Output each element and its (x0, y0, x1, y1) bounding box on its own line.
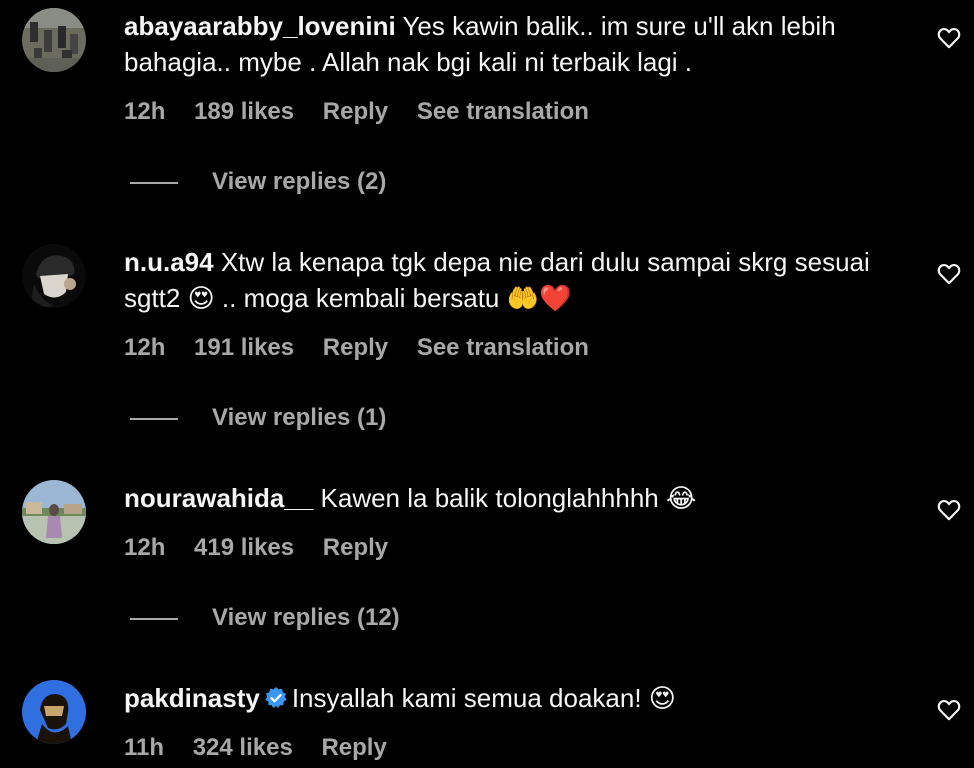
view-replies-button[interactable]: View replies (1) (130, 404, 386, 432)
comment-body: pakdinasty Insyallah kami semua doakan! … (124, 680, 914, 716)
verified-badge-icon (265, 687, 287, 708)
view-replies-label: View replies (12) (212, 604, 400, 631)
reply-button[interactable]: Reply (323, 334, 388, 361)
replies-divider-line (130, 181, 178, 184)
comment-username[interactable]: abayaarabby_lovenini (124, 11, 396, 41)
comment-meta: 11h 324 likes Reply (124, 734, 409, 762)
replies-divider-line (130, 617, 178, 620)
comment-text: Kawen la balik tolonglahhhhh 😂 (320, 483, 697, 513)
avatar-image (22, 244, 86, 308)
view-replies-button[interactable]: View replies (12) (130, 604, 400, 632)
comment-time: 12h (124, 334, 166, 361)
comment-meta: 12h 189 likes Reply See translation (124, 98, 611, 126)
view-replies-label: View replies (2) (212, 168, 387, 195)
comment-username[interactable]: n.u.a94 (124, 247, 214, 277)
comment-likes[interactable]: 189 likes (194, 98, 294, 125)
reply-button[interactable]: Reply (323, 534, 388, 561)
reply-button[interactable]: Reply (323, 98, 388, 125)
comment-body: abayaarabby_lovenini Yes kawin balik.. i… (124, 8, 914, 80)
avatar-image (22, 8, 86, 72)
heart-icon[interactable] (936, 697, 962, 723)
comment-text: Insyallah kami semua doakan! 😍 (291, 683, 676, 713)
comment-username[interactable]: pakdinasty (124, 683, 260, 713)
heart-icon[interactable] (936, 261, 962, 287)
comment-time: 11h (124, 734, 165, 761)
comment-meta: 12h 419 likes Reply (124, 534, 410, 562)
avatar-image (22, 680, 86, 744)
comment-likes[interactable]: 324 likes (193, 734, 293, 761)
heart-icon[interactable] (936, 25, 962, 51)
comment-likes[interactable]: 191 likes (194, 334, 294, 361)
comment-body: nourawahida__ Kawen la balik tolonglahhh… (124, 480, 914, 516)
view-replies-label: View replies (1) (212, 404, 387, 431)
comment-meta: 12h 191 likes Reply See translation (124, 334, 611, 362)
comment-time: 12h (124, 534, 166, 561)
heart-icon[interactable] (936, 497, 962, 523)
avatar[interactable] (22, 8, 86, 72)
reply-button[interactable]: Reply (321, 734, 386, 761)
avatar[interactable] (22, 680, 86, 744)
comment-body: n.u.a94 Xtw la kenapa tgk depa nie dari … (124, 244, 914, 316)
comment-username[interactable]: nourawahida__ (124, 483, 313, 513)
comment-likes[interactable]: 419 likes (194, 534, 294, 561)
avatar[interactable] (22, 480, 86, 544)
see-translation-button[interactable]: See translation (417, 98, 589, 125)
replies-divider-line (130, 417, 178, 420)
comment-time: 12h (124, 98, 166, 125)
avatar[interactable] (22, 244, 86, 308)
comment-text: Xtw la kenapa tgk depa nie dari dulu sam… (124, 247, 870, 313)
avatar-image (22, 480, 86, 544)
see-translation-button[interactable]: See translation (417, 334, 589, 361)
view-replies-button[interactable]: View replies (2) (130, 168, 386, 196)
